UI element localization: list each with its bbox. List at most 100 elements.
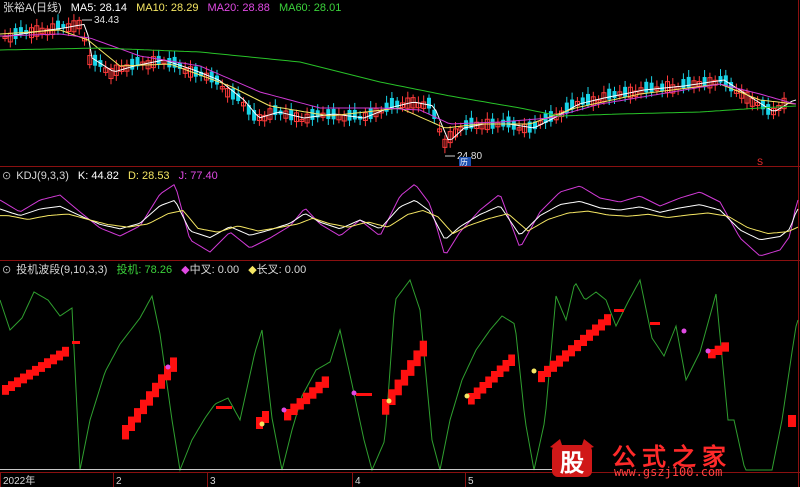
signal-bar bbox=[568, 345, 575, 357]
cross-signal-dot bbox=[165, 364, 171, 370]
signal-bar bbox=[50, 354, 57, 365]
ma5-label: MA5: 28.14 bbox=[70, 2, 127, 14]
signal-bar bbox=[122, 425, 129, 440]
ma60-label: MA60: 28.01 bbox=[278, 2, 342, 14]
signal-bar bbox=[580, 334, 587, 346]
x-axis-label: 5 bbox=[468, 476, 474, 487]
signal-cc-label: 长叉: 0.00 bbox=[256, 264, 307, 276]
signal-legend: ⊙ 投机波段(9,10,3,3) 投机: 78.26 ◆中叉: 0.00 ◆长叉… bbox=[2, 263, 312, 277]
ma5-line bbox=[0, 23, 797, 141]
signal-bar bbox=[508, 354, 515, 366]
signal-bar bbox=[262, 411, 269, 423]
signal-bar bbox=[62, 346, 69, 357]
signal-settings-icon[interactable]: ⊙ bbox=[2, 264, 11, 276]
candle-body-down bbox=[649, 82, 654, 93]
signal-bar bbox=[158, 374, 165, 389]
kdj-k-label: K: 44.82 bbox=[77, 170, 119, 182]
signal-bar bbox=[315, 381, 323, 394]
cross-signal-dot bbox=[351, 390, 357, 396]
signal-bar bbox=[152, 382, 159, 398]
signal-bar bbox=[556, 355, 563, 367]
signal-bar bbox=[562, 350, 569, 362]
candle-body-down bbox=[310, 108, 315, 120]
ma10-label: MA10: 28.29 bbox=[136, 2, 199, 14]
watermark-url: www.gszj100.com bbox=[614, 465, 723, 479]
x-axis-label: 2 bbox=[116, 476, 122, 487]
x-axis-label: 2022年 bbox=[3, 474, 35, 487]
signal-bar bbox=[56, 350, 63, 361]
signal-bar bbox=[296, 398, 304, 410]
ma20-label: MA20: 28.88 bbox=[207, 2, 270, 14]
signal-bar bbox=[32, 365, 39, 376]
right-badge: S bbox=[757, 157, 763, 167]
candle-body-down bbox=[501, 119, 506, 127]
x-axis-label: 4 bbox=[355, 476, 361, 487]
signal-bar bbox=[140, 399, 147, 415]
candle-body-down bbox=[352, 109, 357, 120]
diamond-icon: ◆ bbox=[181, 264, 190, 276]
diamond-icon: ◆ bbox=[248, 264, 257, 276]
signal-bar bbox=[788, 415, 796, 427]
signal-bar bbox=[586, 329, 593, 341]
cross-signal-dot bbox=[705, 348, 711, 354]
signal-bar bbox=[604, 314, 611, 326]
cross-signal-dot bbox=[464, 393, 470, 399]
signal-bar bbox=[407, 360, 415, 376]
kdj-title[interactable]: KDJ(9,3,3) bbox=[16, 170, 69, 182]
signal-title[interactable]: 投机波段(9,10,3,3) bbox=[16, 264, 107, 276]
high-price-label: 34.43 bbox=[94, 15, 119, 26]
signal-bar bbox=[14, 377, 21, 388]
cross-signal-dot bbox=[681, 328, 687, 334]
signal-bar bbox=[8, 381, 15, 391]
signal-bar bbox=[400, 369, 409, 386]
x-axis-label: 3 bbox=[210, 476, 216, 487]
signal-bar bbox=[502, 360, 510, 372]
signal-bar bbox=[491, 371, 498, 383]
candle-body-down bbox=[368, 108, 373, 120]
candle-body-down bbox=[18, 27, 23, 35]
signal-bar bbox=[302, 392, 311, 405]
watermark: 股 公式之家 www.gszj100.com bbox=[542, 437, 782, 481]
low-badge-text: 历 bbox=[460, 158, 468, 167]
signal-bar bbox=[538, 371, 545, 383]
signal-bar bbox=[721, 342, 729, 352]
signal-bar bbox=[574, 340, 581, 352]
kdj-settings-icon[interactable]: ⊙ bbox=[2, 170, 11, 182]
signal-bar bbox=[544, 365, 551, 377]
signal-bar bbox=[321, 376, 329, 388]
ma20-line bbox=[0, 33, 797, 125]
signal-bar bbox=[356, 393, 372, 396]
signal-bar bbox=[650, 322, 660, 325]
signal-bar bbox=[479, 382, 487, 394]
candle-body-down bbox=[660, 83, 665, 92]
signal-bar bbox=[216, 406, 232, 409]
kdj-d-line bbox=[0, 209, 799, 235]
kdj-d-label: D: 28.53 bbox=[127, 170, 170, 182]
signal-bar bbox=[38, 362, 45, 372]
signal-zc-label: 中叉: 0.00 bbox=[189, 264, 240, 276]
signal-bar bbox=[44, 358, 51, 369]
candle-body-down bbox=[130, 58, 135, 70]
candle-body-down bbox=[623, 86, 628, 97]
signal-tj-label: 投机: 78.26 bbox=[116, 264, 173, 276]
signal-bar bbox=[146, 391, 153, 406]
signal-bar bbox=[714, 345, 723, 355]
signal-bar bbox=[413, 350, 421, 367]
cross-signal-dot bbox=[259, 421, 265, 427]
signal-bar bbox=[592, 324, 599, 336]
signal-bar bbox=[550, 360, 557, 372]
signal-bar bbox=[134, 408, 141, 423]
main-legend: 张裕A(日线) MA5: 28.14 MA10: 28.29 MA20: 28.… bbox=[3, 1, 347, 15]
signal-bar bbox=[309, 387, 317, 399]
signal-bar bbox=[394, 379, 402, 396]
candle-body-down bbox=[607, 88, 612, 100]
watermark-glyph: 股 bbox=[560, 450, 584, 477]
stock-title[interactable]: 张裕A(日线) bbox=[3, 2, 62, 14]
candle-body-down bbox=[156, 55, 161, 64]
candle-body-down bbox=[718, 76, 723, 83]
candle-body-down bbox=[681, 79, 686, 89]
candle-body-down bbox=[326, 109, 331, 120]
candle-body-down bbox=[427, 97, 431, 109]
signal-bar bbox=[598, 319, 605, 331]
candle-body-down bbox=[61, 24, 66, 28]
